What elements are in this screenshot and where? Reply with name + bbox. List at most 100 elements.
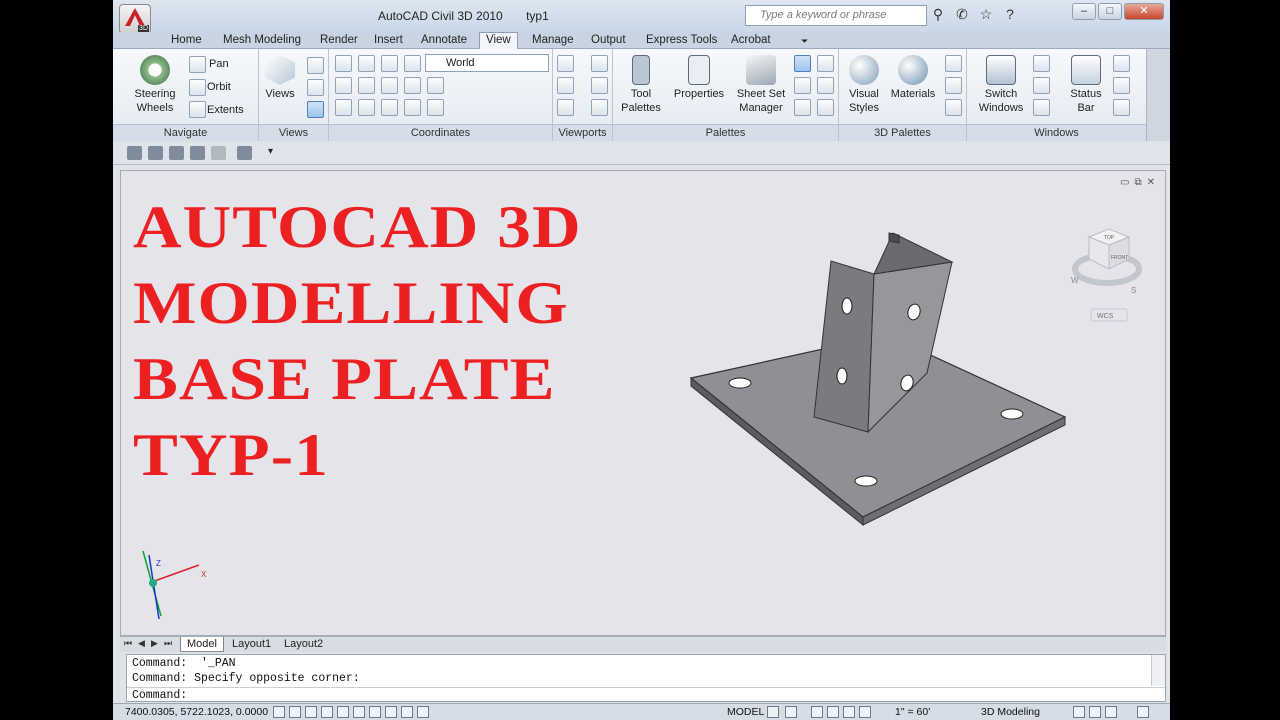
redo-icon[interactable] <box>211 146 226 160</box>
polar-tracking-icon[interactable] <box>321 706 333 718</box>
coordinate-readout[interactable]: 7400.0305, 5722.1023, 0.0000 <box>125 706 268 718</box>
tab-layout1[interactable]: Layout1 <box>226 637 277 652</box>
viewport-clip-icon[interactable] <box>557 99 574 116</box>
model-space-toggle[interactable]: MODEL <box>727 706 764 718</box>
ucs-icon-props[interactable] <box>427 99 444 116</box>
workspace-switcher[interactable]: 3D Modeling <box>981 706 1040 718</box>
ucs-object-icon[interactable] <box>358 99 375 116</box>
materials-button[interactable]: Materials <box>887 55 939 101</box>
quick-view-layouts-icon[interactable] <box>767 706 779 718</box>
orbit-icon[interactable] <box>189 79 206 96</box>
object-snap-tracking-icon[interactable] <box>369 706 381 718</box>
communication-center-icon[interactable]: ✆ <box>952 6 972 23</box>
favorites-star-icon[interactable]: ☆ <box>976 6 996 23</box>
tab-insert[interactable]: Insert <box>374 33 403 47</box>
tab-layout2[interactable]: Layout2 <box>278 637 329 652</box>
drawing-area[interactable]: AUTOCAD 3D MODELLING BASE PLATE TYP-1 ▭ … <box>120 170 1166 636</box>
command-input[interactable]: Command: <box>127 687 1165 702</box>
switch-windows-button[interactable]: Switch Windows <box>975 55 1027 115</box>
ucs-view-icon[interactable] <box>335 99 352 116</box>
undo-icon[interactable] <box>237 146 252 160</box>
search-input[interactable]: Type a keyword or phrase <box>745 5 927 26</box>
clean-screen-icon[interactable] <box>1137 706 1149 718</box>
ribbon-scroll[interactable] <box>1146 49 1170 141</box>
steering-wheels-button[interactable]: Steering Wheels <box>127 55 183 115</box>
zoom-status-icon[interactable] <box>827 706 839 718</box>
sun-icon[interactable] <box>945 99 962 116</box>
ucs-x-icon[interactable] <box>335 77 352 94</box>
designcenter-icon[interactable] <box>817 55 834 72</box>
views-button[interactable]: Views <box>265 55 295 101</box>
steering-status-icon[interactable] <box>843 706 855 718</box>
tool-palettes-button[interactable]: Tool Palettes <box>617 55 665 115</box>
application-menu-button[interactable]: 3D <box>119 4 151 34</box>
dynamic-ucs-icon[interactable] <box>385 706 397 718</box>
ucs-z-icon[interactable] <box>381 77 398 94</box>
named-views-icon[interactable] <box>307 57 324 74</box>
last-tab-icon[interactable]: ⏭ <box>164 638 172 649</box>
viewcube-top-label[interactable]: TOP <box>1104 235 1115 241</box>
compass-s-label[interactable]: S <box>1131 286 1136 295</box>
dynamic-input-icon[interactable] <box>401 706 413 718</box>
isolate-objects-icon[interactable] <box>1105 706 1117 718</box>
wcs-menu-label[interactable]: WCS <box>1097 313 1114 320</box>
ucs-apply-icon[interactable] <box>404 99 421 116</box>
viewport-single-icon[interactable] <box>591 99 608 116</box>
pan-hand-icon[interactable] <box>189 56 206 73</box>
tab-manage[interactable]: Manage <box>532 33 574 47</box>
maximize-button[interactable]: □ <box>1098 3 1122 20</box>
extents-button[interactable]: Extents <box>207 104 244 116</box>
object-snap-icon[interactable] <box>337 706 349 718</box>
viewport-join-icon[interactable] <box>557 77 574 94</box>
ucs-origin-icon[interactable] <box>358 55 375 72</box>
visual-styles-button[interactable]: Visual Styles <box>845 55 883 115</box>
sheet-set-manager-button[interactable]: Sheet Set Manager <box>733 55 789 115</box>
ucs-3point-icon[interactable] <box>427 77 444 94</box>
lights-icon[interactable] <box>945 55 962 72</box>
compass-w-label[interactable]: W <box>1071 276 1079 285</box>
viewcube-front-label[interactable]: FRONT <box>1111 255 1128 261</box>
command-line-icon[interactable] <box>817 99 834 116</box>
lock-icon[interactable] <box>1113 55 1130 72</box>
save-icon[interactable] <box>127 146 142 160</box>
3d-osnap-icon[interactable] <box>353 706 365 718</box>
command-scrollbar[interactable] <box>1151 655 1165 686</box>
pan-button[interactable]: Pan <box>209 58 229 70</box>
tab-acrobat[interactable]: Acrobat <box>731 33 771 47</box>
help-icon[interactable]: ? <box>1000 6 1020 23</box>
viewport-config-icon[interactable] <box>557 55 574 72</box>
print-icon[interactable] <box>148 146 163 160</box>
ribbon-minimize-icon[interactable]: ⏷ <box>801 35 808 48</box>
text-window-icon[interactable] <box>1113 99 1130 116</box>
properties-button[interactable]: Properties <box>671 55 727 101</box>
quickcalc-icon[interactable] <box>817 77 834 94</box>
ucs-icon[interactable] <box>335 55 352 72</box>
ucs-face-icon[interactable] <box>381 99 398 116</box>
orbit-button[interactable]: Orbit <box>207 81 231 93</box>
quick-view-drawings-icon[interactable] <box>785 706 797 718</box>
tab-express-tools[interactable]: Express Tools <box>646 33 717 47</box>
toolbar-lock-icon[interactable] <box>1073 706 1085 718</box>
grid-display-icon[interactable] <box>289 706 301 718</box>
render-icon[interactable] <box>945 77 962 94</box>
binoculars-icon[interactable]: ⚲ <box>928 6 948 23</box>
ribbon-toggle-icon[interactable] <box>794 99 811 116</box>
tab-output[interactable]: Output <box>591 33 626 47</box>
minimize-button[interactable]: – <box>1072 3 1096 20</box>
pan-status-icon[interactable] <box>811 706 823 718</box>
viewcube[interactable]: TOP FRONT W S WCS <box>1071 228 1142 322</box>
tab-view[interactable]: View <box>479 32 518 49</box>
ucs-y-icon[interactable] <box>358 77 375 94</box>
cube-view-icon[interactable] <box>307 101 324 118</box>
new-icon[interactable] <box>190 146 205 160</box>
viewport-named-icon[interactable] <box>591 55 608 72</box>
tab-mesh-modeling[interactable]: Mesh Modeling <box>223 33 301 47</box>
next-tab-icon[interactable]: ▶ <box>151 638 158 649</box>
ucs-zaxis-icon[interactable] <box>404 77 421 94</box>
tab-model[interactable]: Model <box>180 637 224 652</box>
showmotion-icon[interactable] <box>859 706 871 718</box>
status-bar-button[interactable]: Status Bar <box>1065 55 1107 115</box>
view-manager-icon[interactable] <box>307 79 324 96</box>
ucs-world-dropdown[interactable]: World <box>425 54 549 72</box>
zoom-extents-icon[interactable] <box>189 101 206 118</box>
